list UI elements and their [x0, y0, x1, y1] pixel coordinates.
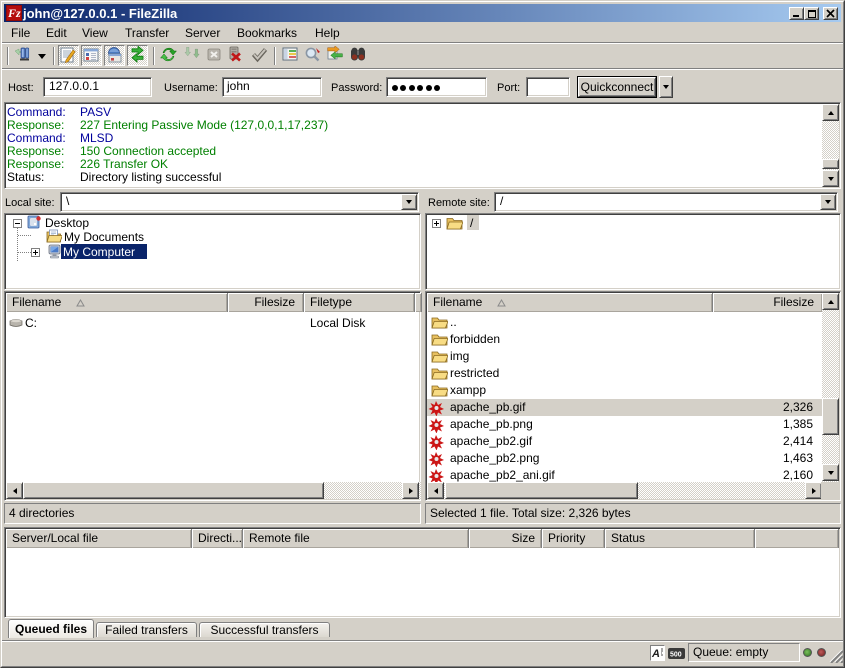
svg-text:500: 500	[670, 652, 682, 659]
svg-text:A: A	[651, 648, 660, 660]
svg-text:Fz: Fz	[7, 6, 21, 20]
